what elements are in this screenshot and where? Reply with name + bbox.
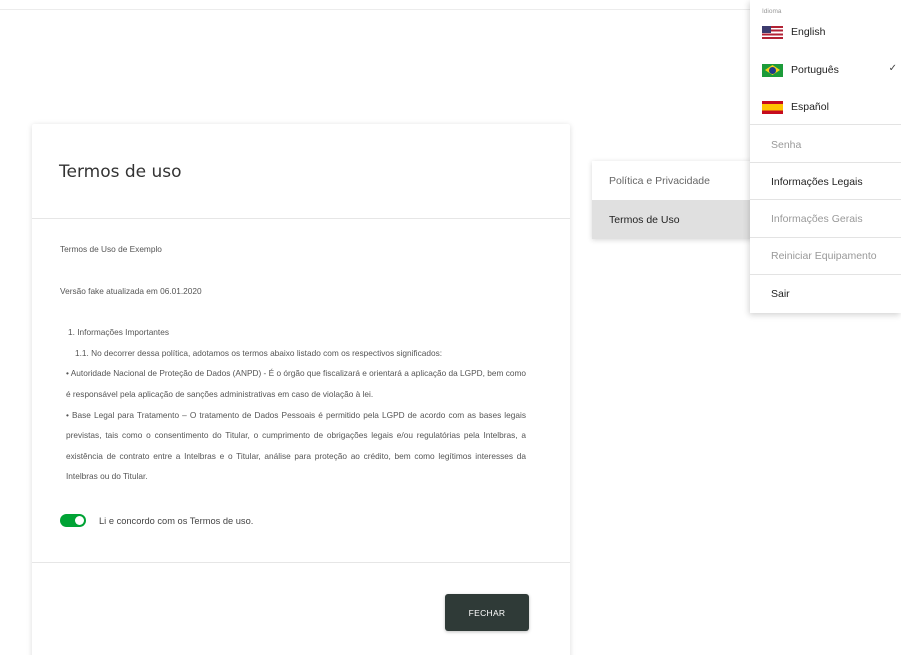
close-button[interactable]: FECHAR — [445, 594, 529, 631]
menu-divider — [750, 199, 901, 200]
scroll-fade — [60, 481, 526, 503]
agree-row[interactable]: Li e concordo com os Termos de uso. — [60, 514, 253, 527]
menu-divider — [750, 124, 901, 125]
spain-flag-icon — [762, 100, 783, 114]
menu-item-sair[interactable]: Sair — [771, 288, 790, 300]
tab-label: Termos de Uso — [609, 213, 680, 226]
toggle-knob — [75, 516, 84, 525]
us-flag-icon — [762, 25, 783, 39]
brazil-flag-icon — [762, 63, 783, 77]
menu-divider — [750, 162, 901, 163]
language-option-espanol[interactable]: Español — [762, 99, 897, 115]
tab-politica-privacidade[interactable]: Política e Privacidade — [592, 161, 752, 200]
language-caption: Idioma — [762, 8, 782, 15]
terms-section-title: 1. Informações Importantes — [68, 327, 169, 338]
terms-modal: Termos de uso Termos de Uso de Exemplo V… — [32, 124, 570, 655]
settings-dropdown: Idioma English Português ✓ Español Senha… — [750, 0, 901, 313]
language-label: Português — [791, 64, 839, 76]
checkmark-icon: ✓ — [888, 63, 897, 74]
terms-paragraph-base-legal: • Base Legal para Tratamento – O tratame… — [66, 409, 526, 482]
language-label: Español — [791, 101, 829, 113]
legal-tab-menu: Política e Privacidade Termos de Uso — [592, 161, 752, 239]
agree-label: Li e concordo com os Termos de uso. — [99, 515, 254, 526]
language-option-english[interactable]: English — [762, 24, 897, 40]
modal-title: Termos de uso — [59, 162, 182, 182]
top-divider — [0, 9, 750, 10]
terms-content[interactable]: Termos de Uso de Exemplo Versão fake atu… — [60, 239, 526, 499]
terms-heading: Termos de Uso de Exemplo — [60, 244, 162, 254]
menu-item-senha[interactable]: Senha — [771, 139, 801, 151]
menu-item-reiniciar-equipamento[interactable]: Reiniciar Equipamento — [771, 250, 877, 262]
menu-divider — [750, 237, 901, 238]
terms-subsection: 1.1. No decorrer dessa política, adotamo… — [75, 347, 443, 358]
menu-item-informacoes-gerais[interactable]: Informações Gerais — [771, 213, 863, 225]
modal-body: Termos de Uso de Exemplo Versão fake atu… — [32, 219, 570, 563]
menu-divider — [750, 274, 901, 275]
menu-item-informacoes-legais[interactable]: Informações Legais — [771, 176, 863, 188]
terms-version: Versão fake atualizada em 06.01.2020 — [60, 285, 202, 296]
tab-termos-de-uso[interactable]: Termos de Uso — [592, 200, 752, 239]
tab-label: Política e Privacidade — [609, 174, 710, 187]
agree-toggle[interactable] — [60, 514, 86, 527]
language-label: English — [791, 26, 826, 38]
modal-header: Termos de uso — [32, 124, 570, 219]
language-option-portugues[interactable]: Português ✓ — [762, 62, 897, 78]
terms-paragraph-anpd: • Autoridade Nacional de Proteção de Dad… — [66, 368, 526, 399]
